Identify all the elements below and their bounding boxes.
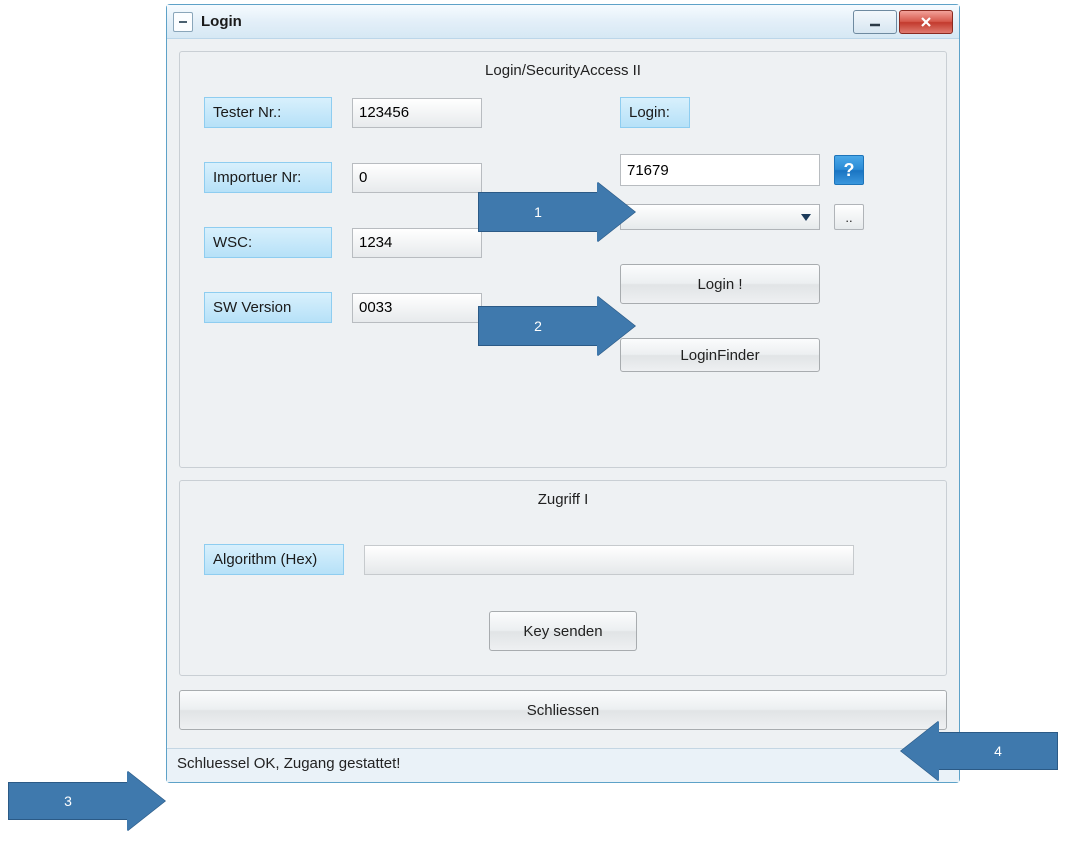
system-menu-icon[interactable] bbox=[173, 12, 193, 32]
status-bar: Schluessel OK, Zugang gestattet! bbox=[167, 748, 959, 782]
importer-input[interactable] bbox=[352, 163, 482, 193]
window-buttons bbox=[851, 10, 953, 34]
callout-2: 2 bbox=[478, 306, 598, 346]
loginfinder-button[interactable]: LoginFinder bbox=[620, 338, 820, 372]
importer-label: Importuer Nr: bbox=[204, 162, 332, 193]
status-text: Schluessel OK, Zugang gestattet! bbox=[177, 755, 400, 772]
key-send-button[interactable]: Key senden bbox=[489, 611, 637, 651]
titlebar[interactable]: Login bbox=[167, 5, 959, 39]
login-button[interactable]: Login ! bbox=[620, 264, 820, 304]
group-login-security: Login/SecurityAccess II Tester Nr.: Impo… bbox=[179, 51, 947, 468]
close-button[interactable] bbox=[899, 10, 953, 34]
help-button[interactable]: ? bbox=[834, 155, 864, 185]
callout-3: 3 bbox=[8, 782, 128, 820]
minimize-button[interactable] bbox=[853, 10, 897, 34]
swversion-input[interactable] bbox=[352, 293, 482, 323]
client-area: Login/SecurityAccess II Tester Nr.: Impo… bbox=[167, 39, 959, 748]
wsc-label: WSC: bbox=[204, 227, 332, 258]
callout-4: 4 bbox=[938, 732, 1058, 770]
group1-title: Login/SecurityAccess II bbox=[180, 52, 946, 97]
schliessen-button[interactable]: Schliessen bbox=[179, 690, 947, 730]
right-column: Login: ? .. Login ! LoginFinder bbox=[620, 97, 920, 372]
login-combo[interactable] bbox=[620, 204, 820, 230]
algorithm-label: Algorithm (Hex) bbox=[204, 544, 344, 575]
tester-label: Tester Nr.: bbox=[204, 97, 332, 128]
login-label: Login: bbox=[620, 97, 690, 128]
tester-input[interactable] bbox=[352, 98, 482, 128]
wsc-input[interactable] bbox=[352, 228, 482, 258]
callout-1: 1 bbox=[478, 192, 598, 232]
close-bar: Schliessen bbox=[179, 688, 947, 736]
group2-title: Zugriff I bbox=[180, 481, 946, 526]
group-zugriff: Zugriff I Algorithm (Hex) Key senden bbox=[179, 480, 947, 676]
algorithm-input[interactable] bbox=[364, 545, 854, 575]
login-window: Login Login/SecurityAccess II Tester Nr.… bbox=[166, 4, 960, 783]
swversion-label: SW Version bbox=[204, 292, 332, 323]
login-code-input[interactable] bbox=[620, 154, 820, 186]
more-button[interactable]: .. bbox=[834, 204, 864, 230]
window-title: Login bbox=[201, 13, 851, 30]
